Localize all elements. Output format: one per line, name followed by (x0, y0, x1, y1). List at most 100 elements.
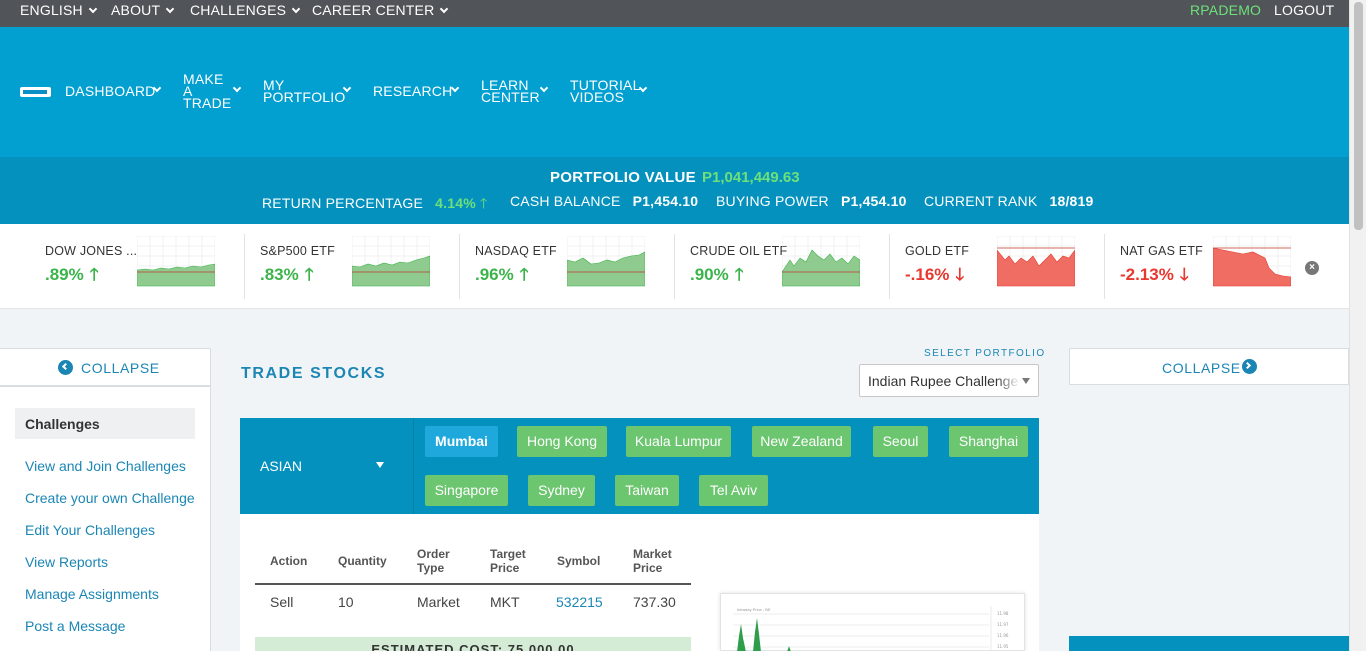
chevron-down-icon (232, 83, 242, 93)
collapse-right-button[interactable]: COLLAPSE (1069, 348, 1349, 385)
vertical-scrollbar[interactable] (1349, 0, 1366, 651)
chevron-down-icon (539, 83, 549, 93)
nav-label-line: PORTFOLIO (263, 89, 346, 105)
link-view-reports[interactable]: View Reports (25, 554, 108, 570)
rank-label: CURRENT RANK (924, 193, 1038, 209)
arrow-up-icon: 🡑 (479, 195, 488, 211)
ticker-change: .83% 🡑 (260, 262, 314, 291)
ticker-change: .89% 🡑 (45, 262, 99, 291)
ticker-change-value: .89% (45, 265, 84, 284)
ticker-change-value: .96% (475, 265, 514, 284)
ticker-name: GOLD ETF (905, 244, 970, 258)
ticker-name: NASDAQ ETF (475, 244, 557, 258)
arrow-down-icon: 🡓 (955, 265, 965, 284)
portfolio-select[interactable]: Indian Rupee Challenge (859, 364, 1039, 397)
username-link[interactable]: RPADEMO (1190, 2, 1261, 18)
site-logo[interactable] (20, 87, 51, 97)
nav-learn-center[interactable]: LEARN CENTER (481, 78, 540, 104)
arrow-up-icon: 🡑 (734, 265, 744, 284)
cell-target-price: MKT (490, 594, 520, 610)
portfolio-summary: PORTFOLIO VALUE P1,041,449.63 RETURN PER… (0, 157, 1349, 224)
close-icon[interactable]: × (1305, 261, 1319, 275)
market-kuala-lumpur[interactable]: Kuala Lumpur (626, 426, 731, 457)
cell-action: Sell (270, 594, 294, 610)
market-sydney[interactable]: Sydney (528, 475, 595, 506)
language-label: ENGLISH (20, 2, 83, 18)
arrow-up-icon: 🡑 (304, 265, 314, 284)
intraday-chart: Intraday Price - BE 11.98 11.97 11.96 11… (720, 593, 1025, 651)
region-label: ASIAN (260, 458, 303, 474)
language-menu[interactable]: ENGLISH (20, 2, 98, 18)
link-view-join-challenges[interactable]: View and Join Challenges (25, 458, 186, 474)
svg-text:11.96: 11.96 (997, 633, 1009, 638)
ticker-name: NAT GAS ETF (1120, 244, 1203, 258)
buying-power: BUYING POWER P1,454.10 (716, 193, 907, 209)
about-menu[interactable]: ABOUT (111, 2, 175, 18)
exchange-selector: ASIAN Mumbai Hong Kong Kuala Lumpur New … (240, 418, 1039, 514)
market-ticker: DOW JONES ... .89% 🡑 S&P500 ETF .83% 🡑 NASDAQ … (0, 224, 1349, 309)
ticker-name: DOW JONES ... (45, 244, 138, 258)
svg-text:11.95: 11.95 (997, 644, 1009, 649)
table-header-divider (255, 583, 691, 585)
about-label: ABOUT (111, 2, 161, 18)
chevron-down-icon (88, 4, 98, 14)
dropdown-arrow-icon (1022, 378, 1030, 384)
challenges-menu[interactable]: CHALLENGES (190, 2, 301, 18)
buying-label: BUYING POWER (716, 193, 829, 209)
ticker-separator (674, 234, 675, 299)
scrollbar-thumb[interactable] (1354, 2, 1363, 230)
market-new-zealand[interactable]: New Zealand (752, 426, 851, 457)
link-edit-challenges[interactable]: Edit Your Challenges (25, 522, 155, 538)
return-label: RETURN PERCENTAGE (262, 195, 424, 211)
market-mumbai[interactable]: Mumbai (425, 426, 498, 457)
ticker-separator (244, 234, 245, 299)
link-create-challenge[interactable]: Create your own Challenge (25, 490, 195, 506)
region-select[interactable]: ASIAN (240, 418, 414, 514)
market-taiwan[interactable]: Taiwan (615, 475, 679, 506)
portfolio-value-label: PORTFOLIO VALUE (550, 169, 696, 186)
chevron-left-circle-icon (58, 360, 73, 375)
top-utility-bar: ENGLISH ABOUT CHALLENGES CAREER CENTER R… (0, 0, 1349, 27)
market-shanghai[interactable]: Shanghai (949, 426, 1028, 457)
nav-tutorial-videos[interactable]: TUTORIAL VIDEOS (570, 78, 641, 104)
market-singapore[interactable]: Singapore (425, 475, 508, 506)
nav-dashboard[interactable]: DASHBOARD (65, 84, 155, 98)
ticker-separator (1104, 234, 1105, 299)
collapse-label: COLLAPSE (81, 360, 160, 376)
cell-order-type: Market (417, 594, 460, 610)
nav-make-a-trade[interactable]: MAKE A TRADE (183, 72, 232, 111)
chevron-down-icon (291, 4, 301, 14)
chevron-right-circle-icon (1242, 359, 1257, 374)
cash-balance: CASH BALANCE P1,454.10 (510, 193, 698, 209)
career-center-menu[interactable]: CAREER CENTER (312, 2, 449, 18)
left-sidebar: COLLAPSE Challenges View and Join Challe… (0, 348, 211, 651)
trade-content: Action Quantity Order Type Target Price … (240, 514, 1039, 651)
arrow-up-icon: 🡑 (89, 265, 99, 284)
svg-text:11.98: 11.98 (997, 611, 1009, 616)
ticker-change-value: -.16% (905, 265, 950, 284)
arrow-down-icon: 🡓 (1179, 265, 1189, 284)
nav-research[interactable]: RESEARCH (373, 84, 452, 98)
logout-link[interactable]: LOGOUT (1274, 2, 1334, 18)
col-header-quantity: Quantity (338, 554, 387, 568)
right-panel-header-bar (1069, 636, 1349, 651)
market-seoul[interactable]: Seoul (873, 426, 928, 457)
market-tel-aviv[interactable]: Tel Aviv (699, 475, 768, 506)
cell-symbol-link[interactable]: 532215 (556, 594, 603, 610)
return-value: 4.14% (435, 195, 476, 211)
ticker-sparkline (782, 236, 860, 287)
nav-my-portfolio[interactable]: MY PORTFOLIO (263, 78, 346, 105)
collapse-left-button[interactable]: COLLAPSE (0, 349, 211, 387)
market-hong-kong[interactable]: Hong Kong (517, 426, 607, 457)
ticker-change-value: -2.13% (1120, 265, 1174, 284)
ticker-change-value: .90% (690, 265, 729, 284)
ticker-name: CRUDE OIL ETF (690, 244, 788, 258)
nav-label-line: TRADE (183, 95, 232, 111)
arrow-up-icon: 🡑 (519, 265, 529, 284)
career-label: CAREER CENTER (312, 2, 435, 18)
challenges-section-header: Challenges (15, 408, 195, 439)
col-header-action: Action (270, 554, 308, 568)
link-post-message[interactable]: Post a Message (25, 618, 125, 634)
ticker-sparkline (1213, 236, 1291, 287)
link-manage-assignments[interactable]: Manage Assignments (25, 586, 159, 602)
